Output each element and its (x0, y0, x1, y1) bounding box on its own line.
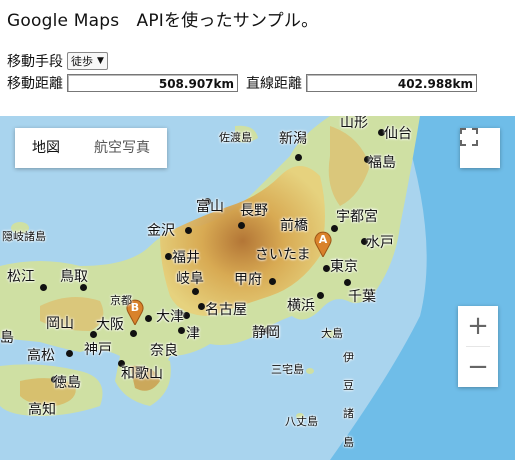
city-dot (192, 288, 199, 295)
map-label: 松江 (7, 269, 35, 285)
city-dot (295, 154, 302, 161)
map-label: 千葉 (348, 289, 376, 305)
city-dot (165, 253, 172, 260)
city-dot (344, 279, 351, 286)
zoom-out-button[interactable]: − (458, 347, 498, 387)
city-dot (66, 350, 73, 357)
map-label: 前橋 (280, 218, 308, 234)
map-label: 豆 (343, 379, 354, 392)
map-label: 隠岐諸島 (2, 230, 46, 243)
map-label: 仙台 (384, 126, 412, 142)
travel-mode-value: 徒歩 (71, 55, 93, 68)
city-dot (40, 284, 47, 291)
travel-distance-label: 移動距離 (7, 76, 63, 92)
city-dot (130, 330, 137, 337)
map-label: 東京 (330, 259, 358, 275)
map-label: 高松 (27, 348, 55, 364)
city-dot (331, 225, 338, 232)
city-dot (178, 327, 185, 334)
map-label: 三宅島 (271, 363, 304, 376)
marker-a-label: A (318, 233, 328, 246)
map-type-control: 地図 航空写真 (15, 128, 167, 168)
map-label: 横浜 (287, 298, 315, 314)
city-dot (323, 265, 330, 272)
map-label: 佐渡島 (219, 131, 252, 144)
map-label: 八丈島 (285, 415, 318, 428)
map-label: 金沢 (147, 223, 175, 239)
city-dot (238, 222, 245, 229)
map-label: 山形 (340, 116, 368, 131)
fullscreen-button[interactable] (460, 128, 500, 168)
map-label: 宇都宮 (336, 209, 378, 225)
city-dot (145, 315, 152, 322)
map-label: 島 (343, 436, 354, 449)
map-label: さいたま (255, 247, 311, 263)
map-label: 徳島 (53, 375, 81, 391)
fullscreen-icon (460, 128, 478, 146)
map-label: 伊 (343, 351, 354, 364)
travel-mode-select[interactable]: 徒歩 ▼ (67, 52, 108, 70)
travel-mode-row: 移動手段 徒歩 ▼ (7, 51, 108, 71)
map-type-satellite-button[interactable]: 航空写真 (77, 128, 167, 168)
map-label: 岡山 (46, 316, 74, 332)
map-label: 名古屋 (205, 302, 247, 318)
map-label: 福井 (172, 250, 200, 266)
map-label: 甲府 (234, 272, 262, 288)
map-label: 大阪 (96, 317, 124, 333)
chevron-down-icon: ▼ (97, 56, 104, 66)
city-dot (183, 312, 190, 319)
map-label: 鳥取 (60, 269, 88, 285)
straight-distance-label: 直線距離 (246, 76, 302, 92)
map-label: 諸 (343, 407, 354, 420)
zoom-in-button[interactable]: + (458, 306, 498, 346)
zoom-control: + − (458, 306, 498, 387)
page-title: Google Maps APIを使ったサンプル。 (7, 11, 319, 31)
distance-row: 移動距離 508.907km 直線距離 402.988km (7, 73, 477, 93)
map-label: 水戸 (366, 235, 394, 251)
map-label: 富山 (196, 199, 224, 215)
map-label: 奈良 (150, 343, 178, 359)
map-label: 新潟 (279, 131, 307, 147)
map-label: 島 (0, 330, 14, 346)
map-label: 和歌山 (121, 366, 163, 382)
travel-distance-field[interactable]: 508.907km (67, 74, 238, 92)
city-dot (317, 292, 324, 299)
city-dot (185, 227, 192, 234)
map-label: 長野 (240, 203, 268, 219)
map-label: 静岡 (252, 325, 280, 341)
map-label: 神戸 (84, 342, 112, 358)
map-label: 岐阜 (176, 271, 204, 287)
travel-mode-label: 移動手段 (7, 54, 63, 70)
map-label: 大島 (321, 327, 343, 340)
straight-distance-field[interactable]: 402.988km (306, 74, 477, 92)
city-dot (269, 278, 276, 285)
map-canvas[interactable]: A B 山形 仙台 佐渡島 新潟 福島 富山 長野 宇都宮 金沢 前橋 隠岐諸島… (0, 116, 515, 460)
map-label: 高知 (28, 402, 56, 418)
map-label: 津 (186, 326, 200, 342)
city-dot (198, 303, 205, 310)
marker-a[interactable]: A (314, 231, 332, 257)
map-label: 大津 (156, 309, 184, 325)
map-label: 京都 (110, 294, 132, 307)
map-type-map-button[interactable]: 地図 (15, 128, 77, 168)
map-label: 福島 (368, 155, 396, 171)
